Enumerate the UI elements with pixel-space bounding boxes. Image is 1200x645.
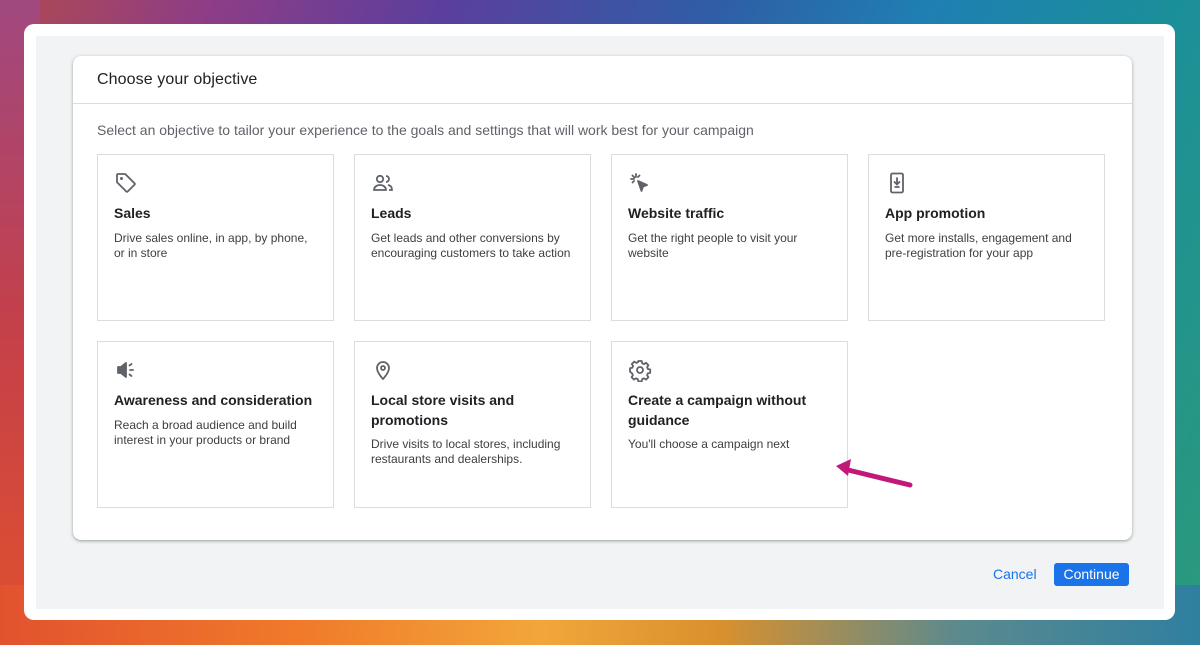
objective-title: Awareness and consideration — [114, 392, 313, 408]
divider — [73, 103, 1132, 104]
objective-title: Leads — [371, 205, 412, 221]
people-icon — [371, 171, 395, 195]
cancel-button[interactable]: Cancel — [990, 562, 1040, 586]
objective-dialog: Choose your objective Select an objectiv… — [73, 56, 1132, 540]
objective-title: Sales — [114, 205, 151, 221]
objective-tile-website-traffic[interactable]: Website traffic Get the right people to … — [611, 154, 848, 321]
window-frame: Choose your objective Select an objectiv… — [24, 24, 1175, 620]
objective-description: Drive sales online, in app, by phone, or… — [114, 231, 308, 260]
cursor-click-icon — [628, 171, 652, 195]
location-pin-icon — [371, 358, 395, 382]
dialog-title: Choose your objective — [97, 71, 258, 88]
objective-title: App promotion — [885, 205, 986, 221]
objective-description: Reach a broad audience and build interes… — [114, 418, 297, 447]
objective-description: Get leads and other conversions by encou… — [371, 231, 571, 260]
app-viewport: Choose your objective Select an objectiv… — [36, 36, 1164, 609]
objective-title: Create a campaign without guidance — [628, 392, 807, 428]
objective-description: Get more installs, engagement and pre-re… — [885, 231, 1072, 260]
objective-tile-app-promotion[interactable]: App promotion Get more installs, engagem… — [868, 154, 1105, 321]
objective-tile-sales[interactable]: Sales Drive sales online, in app, by pho… — [97, 154, 334, 321]
objective-description: Get the right people to visit your websi… — [628, 231, 798, 260]
objective-description: Drive visits to local stores, including … — [371, 437, 561, 466]
objective-title: Local store visits and promotions — [371, 392, 515, 428]
objective-title: Website traffic — [628, 205, 725, 221]
gear-icon — [628, 358, 652, 382]
objective-tile-no-guidance[interactable]: Create a campaign without guidance You'l… — [611, 341, 848, 508]
objective-tile-local-store-visits[interactable]: Local store visits and promotions Drive … — [354, 341, 591, 508]
annotation-arrow-icon — [836, 459, 913, 488]
megaphone-icon — [114, 358, 138, 382]
tag-icon — [114, 171, 138, 195]
continue-button[interactable]: Continue — [1054, 563, 1129, 586]
objective-tile-leads[interactable]: Leads Get leads and other conversions by… — [354, 154, 591, 321]
objective-tile-awareness[interactable]: Awareness and consideration Reach a broa… — [97, 341, 334, 508]
dialog-subtitle: Select an objective to tailor your exper… — [97, 122, 754, 138]
phone-download-icon — [885, 171, 909, 195]
objective-description: You'll choose a campaign next — [628, 437, 790, 451]
